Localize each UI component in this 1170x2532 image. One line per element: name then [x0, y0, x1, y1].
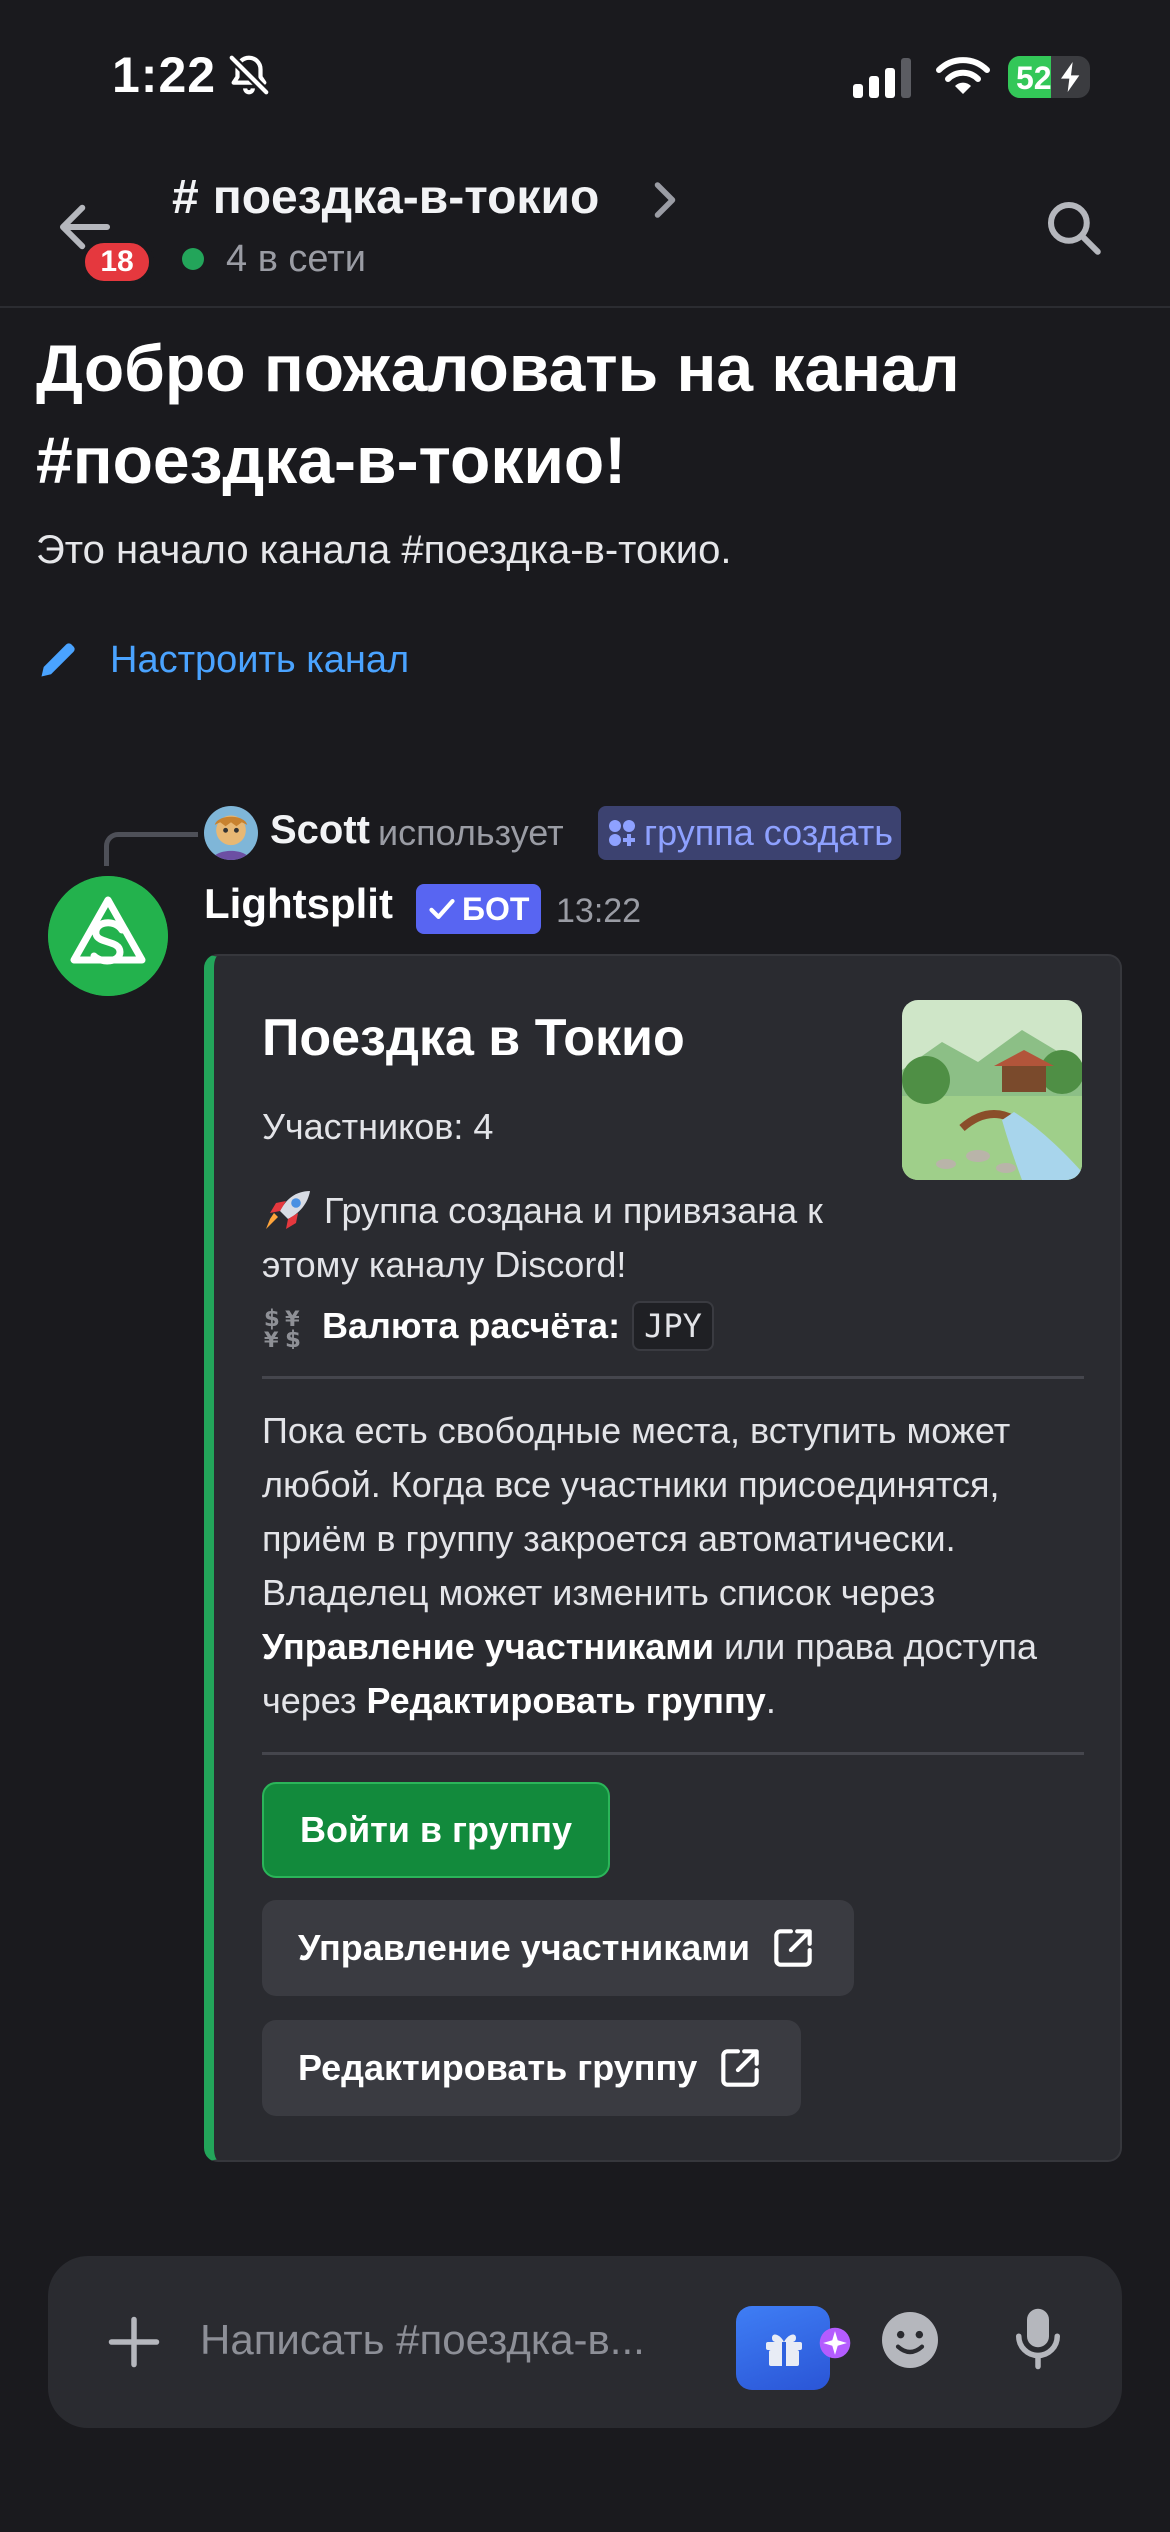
manage-members-button[interactable]: Управление участниками	[262, 1900, 855, 1996]
message-author[interactable]: Lightsplit	[204, 880, 393, 928]
embed-body-bold-edit: Редактировать группу	[366, 1680, 766, 1721]
slash-command-name: группа создать	[644, 812, 893, 853]
currency-exchange-icon: $ ¥ ¥ $	[264, 1306, 301, 1349]
embed-divider	[262, 1752, 1084, 1755]
embed-title: Поездка в Токио	[262, 1009, 685, 1067]
embed-body-text: .	[765, 1680, 776, 1721]
bot-tag-label: БОТ	[462, 890, 530, 927]
channel-header: 18 # поездка-в-токио 4 в сети	[0, 150, 1170, 308]
embed-divider	[262, 1376, 1084, 1379]
chevron-right-icon[interactable]	[648, 180, 682, 220]
message-input[interactable]	[200, 2310, 700, 2370]
external-link-icon	[721, 2049, 760, 2087]
battery-percent: 52	[1016, 60, 1052, 96]
plus-icon[interactable]	[104, 2312, 164, 2372]
currency-row: $ ¥ ¥ $ Валюта расчёта: JPY	[262, 1298, 714, 1354]
edit-group-label: Редактировать группу	[298, 2047, 698, 2088]
search-icon[interactable]	[1040, 194, 1106, 260]
svg-text:¥: ¥	[264, 1327, 279, 1349]
slash-command-chip[interactable]: группа создать	[598, 806, 901, 860]
hash-icon: #	[172, 171, 199, 224]
embed-thumbnail[interactable]	[902, 1000, 1082, 1180]
welcome-title: Добро пожаловать на канал #поездка-в-ток…	[36, 331, 960, 497]
emoji-icon[interactable]	[878, 2308, 942, 2372]
message-composer	[48, 2256, 1122, 2428]
svg-text:$: $	[285, 1327, 301, 1349]
bell-slash-icon	[228, 54, 270, 96]
bot-tag: БОТ	[416, 884, 542, 934]
join-group-label: Войти в группу	[300, 1809, 573, 1850]
nitro-spark-icon	[819, 2327, 851, 2359]
online-status-dot	[182, 248, 204, 270]
status-bar: 1:22 52	[0, 0, 1170, 150]
cellular-signal-icon	[853, 58, 911, 98]
gift-button[interactable]	[736, 2306, 830, 2390]
manage-members-label: Управление участниками	[298, 1927, 751, 1968]
check-icon	[429, 899, 455, 919]
avatar[interactable]	[204, 806, 258, 860]
pencil-icon	[41, 643, 75, 677]
reply-uses-text: использует	[378, 812, 564, 853]
unread-badge: 18	[80, 238, 154, 286]
embed-body: Пока есть свободные места, вступить може…	[262, 1404, 1092, 1728]
currency-code: JPY	[632, 1301, 714, 1351]
status-time: 1:22	[112, 47, 217, 103]
message-timestamp: 13:22	[556, 892, 642, 930]
setup-channel-label: Настроить канал	[110, 638, 410, 681]
gift-icon	[766, 2334, 802, 2366]
edit-group-button[interactable]: Редактировать группу	[262, 2020, 802, 2116]
bolt-icon	[1061, 62, 1080, 92]
online-count: 4 в сети	[226, 238, 366, 280]
channel-title[interactable]: # поездка-в-токио	[172, 170, 599, 225]
reply-connector	[104, 832, 198, 866]
setup-channel-link[interactable]: Настроить канал	[36, 632, 409, 688]
embed-body-text: Пока есть свободные места, вступить може…	[262, 1410, 1011, 1613]
wifi-icon	[936, 57, 990, 94]
microphone-icon[interactable]	[1008, 2306, 1068, 2372]
rocket-icon	[266, 1191, 310, 1229]
embed-body-bold-manage: Управление участниками	[262, 1626, 715, 1667]
embed-description: Группа создана и привязана к этому канал…	[262, 1184, 882, 1292]
channel-name: поездка-в-токио	[212, 171, 600, 224]
bot-avatar[interactable]	[48, 876, 168, 996]
currency-label: Валюта расчёта:	[322, 1305, 621, 1346]
join-group-button[interactable]: Войти в группу	[262, 1782, 611, 1878]
embed-card: Поездка в Токио Участников: 4 Группа соз…	[204, 954, 1122, 2162]
reply-username[interactable]: Scott	[270, 808, 370, 853]
embed-description-text: Группа создана и привязана к этому канал…	[262, 1190, 823, 1285]
welcome-subtitle: Это начало канала #поездка-в-токио.	[36, 528, 732, 572]
external-link-icon	[774, 1929, 812, 1967]
app-command-icon	[609, 820, 635, 846]
embed-members-count: Участников: 4	[262, 1106, 494, 1147]
battery-charging-icon: 52	[1008, 56, 1090, 98]
